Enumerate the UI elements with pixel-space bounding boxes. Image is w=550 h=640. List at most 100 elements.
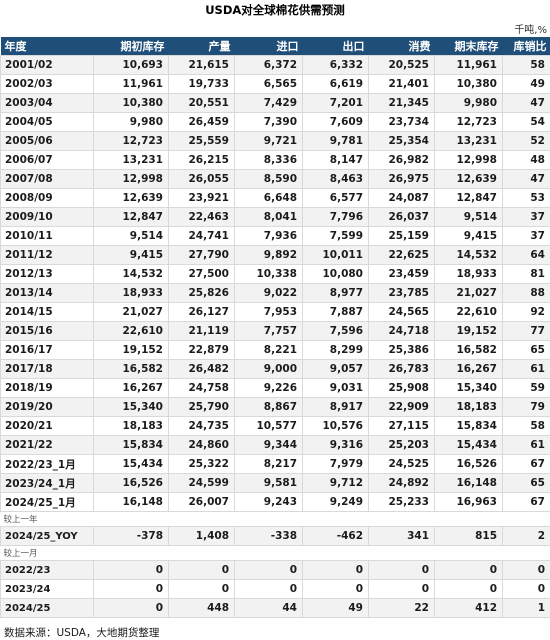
cell-export: -462: [303, 527, 369, 546]
cell-consume: 24,565: [369, 303, 435, 322]
table-row: 2012/1314,53227,50010,33810,08023,45918,…: [1, 265, 550, 284]
cell-year: 2010/11: [1, 227, 94, 246]
cell-export: 9,031: [303, 379, 369, 398]
cell-consume: 21,401: [369, 75, 435, 94]
column-header-consume[interactable]: 消费: [369, 37, 435, 56]
table-row: 2004/059,98026,4597,3907,60923,73412,723…: [1, 113, 550, 132]
table-row: 2011/129,41527,7909,89210,01122,62514,53…: [1, 246, 550, 265]
cell-year: 2024/25_1月: [1, 493, 94, 512]
cell-import: -338: [235, 527, 303, 546]
cell-consume: 26,982: [369, 151, 435, 170]
cell-begin: 12,723: [94, 132, 169, 151]
table-row: 2015/1622,61021,1197,7577,59624,71819,15…: [1, 322, 550, 341]
cell-year: 2018/19: [1, 379, 94, 398]
cell-year: 2011/12: [1, 246, 94, 265]
cell-ratio: 67: [503, 493, 550, 512]
cell-import: 6,565: [235, 75, 303, 94]
cell-year: 2012/13: [1, 265, 94, 284]
cell-begin: 9,514: [94, 227, 169, 246]
column-header-ratio[interactable]: 库销比: [503, 37, 550, 56]
cell-export: 8,463: [303, 170, 369, 189]
cell-export: 7,596: [303, 322, 369, 341]
cell-end: 15,834: [435, 417, 503, 436]
cell-import: 7,390: [235, 113, 303, 132]
cell-begin: 15,340: [94, 398, 169, 417]
column-header-export[interactable]: 出口: [303, 37, 369, 56]
cell-consume: 22,625: [369, 246, 435, 265]
cell-begin: 0: [94, 599, 169, 618]
cell-prod: 26,007: [169, 493, 235, 512]
unit-note-line: 千吨,%: [0, 20, 550, 37]
cell-prod: 27,500: [169, 265, 235, 284]
cell-year: 2002/03: [1, 75, 94, 94]
cell-prod: 24,735: [169, 417, 235, 436]
column-header-end[interactable]: 期末库存: [435, 37, 503, 56]
cell-import: 9,344: [235, 436, 303, 455]
cell-export: 6,332: [303, 56, 369, 75]
source-note: 数据来源：USDA，大地期货整理: [0, 618, 550, 640]
cell-export: 7,796: [303, 208, 369, 227]
cell-end: 10,380: [435, 75, 503, 94]
cell-year: 2021/22: [1, 436, 94, 455]
cell-import: 8,867: [235, 398, 303, 417]
cell-consume: 25,159: [369, 227, 435, 246]
cell-end: 12,723: [435, 113, 503, 132]
table-row: 2005/0612,72325,5599,7219,78125,35413,23…: [1, 132, 550, 151]
cell-export: 9,712: [303, 474, 369, 493]
table-row: 2016/1719,15222,8798,2218,29925,38616,58…: [1, 341, 550, 360]
cell-year: 2003/04: [1, 94, 94, 113]
cell-prod: 24,860: [169, 436, 235, 455]
cell-consume: 24,718: [369, 322, 435, 341]
cell-begin: 15,434: [94, 455, 169, 474]
cell-begin: 0: [94, 580, 169, 599]
cell-consume: 24,525: [369, 455, 435, 474]
cell-import: 9,892: [235, 246, 303, 265]
cell-ratio: 2: [503, 527, 550, 546]
cell-export: 6,577: [303, 189, 369, 208]
cell-end: 412: [435, 599, 503, 618]
cell-import: 0: [235, 561, 303, 580]
cell-ratio: 67: [503, 455, 550, 474]
cell-import: 9,243: [235, 493, 303, 512]
cell-export: 6,619: [303, 75, 369, 94]
table-body: 2001/0210,69321,6156,3726,33220,52511,96…: [1, 56, 550, 618]
table-row: 2020/2118,18324,73510,57710,57627,11515,…: [1, 417, 550, 436]
cell-consume: 21,345: [369, 94, 435, 113]
cell-prod: 0: [169, 580, 235, 599]
unit-note: 千吨,%: [514, 21, 547, 36]
table-header: 年度 期初库存 产量 进口 出口 消费 期末库存 库销比: [1, 37, 550, 56]
cell-end: 16,267: [435, 360, 503, 379]
cell-end: 0: [435, 580, 503, 599]
cell-export: 7,201: [303, 94, 369, 113]
cell-consume: 25,233: [369, 493, 435, 512]
supply-demand-table: 年度 期初库存 产量 进口 出口 消费 期末库存 库销比 2001/0210,6…: [0, 37, 550, 618]
cell-consume: 25,386: [369, 341, 435, 360]
cell-year: 2015/16: [1, 322, 94, 341]
cell-ratio: 65: [503, 341, 550, 360]
cell-prod: 1,408: [169, 527, 235, 546]
cell-year: 2005/06: [1, 132, 94, 151]
cell-prod: 26,215: [169, 151, 235, 170]
column-header-begin[interactable]: 期初库存: [94, 37, 169, 56]
cell-year: 2022/23_1月: [1, 455, 94, 474]
table-row: 2024/25_YOY-3781,408-338-4623418152: [1, 527, 550, 546]
cell-prod: 25,559: [169, 132, 235, 151]
cell-import: 8,336: [235, 151, 303, 170]
cell-export: 9,057: [303, 360, 369, 379]
column-header-year[interactable]: 年度: [1, 37, 94, 56]
section-label-row: 较上一年: [1, 512, 550, 527]
cell-export: 49: [303, 599, 369, 618]
column-header-import[interactable]: 进口: [235, 37, 303, 56]
cell-export: 10,011: [303, 246, 369, 265]
cell-export: 7,609: [303, 113, 369, 132]
cell-prod: 448: [169, 599, 235, 618]
cell-end: 18,933: [435, 265, 503, 284]
cell-export: 8,147: [303, 151, 369, 170]
cell-begin: 19,152: [94, 341, 169, 360]
cell-year: 2014/15: [1, 303, 94, 322]
cell-begin: 16,148: [94, 493, 169, 512]
cell-year: 2009/10: [1, 208, 94, 227]
cell-ratio: 79: [503, 398, 550, 417]
cell-consume: 22,909: [369, 398, 435, 417]
column-header-prod[interactable]: 产量: [169, 37, 235, 56]
